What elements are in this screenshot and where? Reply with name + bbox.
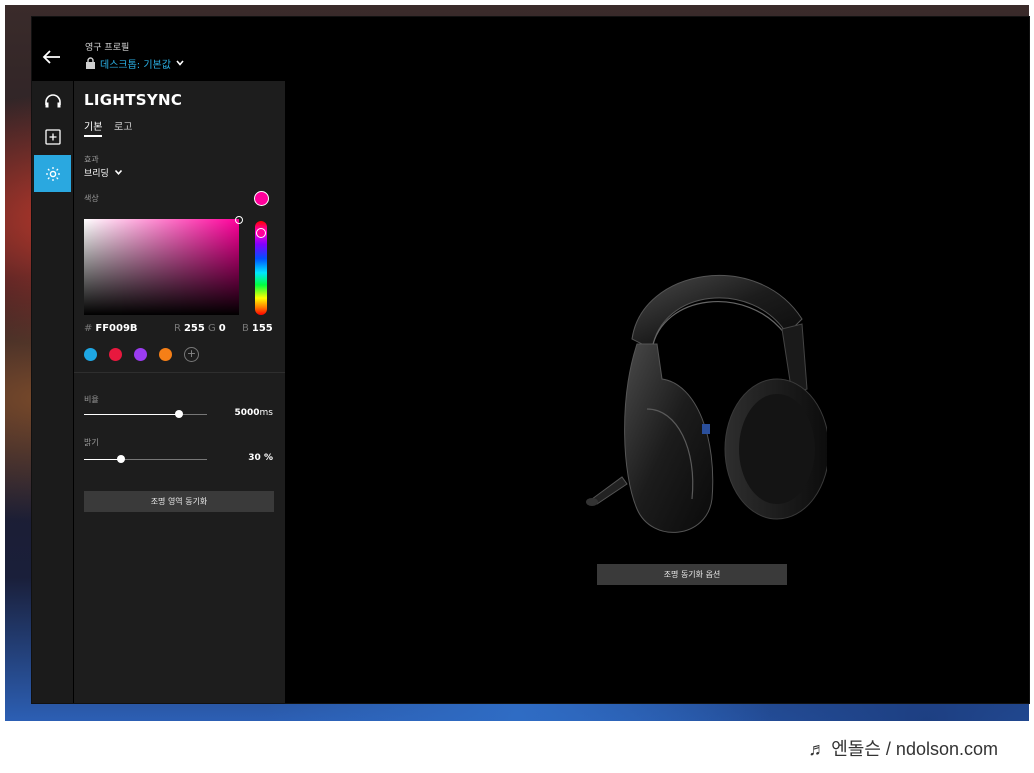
tab-logo[interactable]: 로고: [114, 118, 132, 133]
lightsync-icon: [45, 166, 60, 181]
headset-icon: [44, 93, 61, 107]
brightness-slider-thumb[interactable]: [117, 455, 125, 463]
rate-slider-fill: [84, 414, 179, 415]
r-value: 255: [183, 323, 205, 334]
preset-color-2[interactable]: [109, 348, 122, 361]
icon-rail: [32, 81, 73, 703]
profile-label: 영구 프로필: [85, 43, 130, 53]
lighting-sync-options-button[interactable]: 조명 동기화 옵션: [597, 564, 787, 585]
preset-color-3[interactable]: [134, 348, 147, 361]
brightness-slider-fill: [84, 459, 121, 460]
rate-slider-thumb[interactable]: [175, 410, 183, 418]
hex-value: FF009B: [95, 323, 138, 334]
rail-item-add[interactable]: [34, 118, 71, 155]
effect-value: 브리딩: [84, 169, 109, 179]
app-window: 영구 프로필 데스크톱: 기본값 LIGHTSYNC 기본 로고 효과 브리딩 …: [32, 17, 1029, 703]
lightsync-panel: LIGHTSYNC 기본 로고 효과 브리딩 색상 # FF009B R 255 G…: [74, 81, 285, 703]
rate-label: 비율: [84, 395, 99, 404]
add-icon: [44, 128, 61, 145]
back-arrow-icon: [42, 50, 60, 64]
rail-item-lightsync[interactable]: [34, 155, 71, 192]
rate-slider[interactable]: [84, 410, 207, 418]
b-label: B: [242, 323, 249, 334]
saturation-value-picker[interactable]: [84, 219, 239, 315]
rate-unit: ms: [259, 408, 273, 418]
back-button[interactable]: [40, 47, 64, 67]
color-picker-handle[interactable]: [235, 216, 243, 224]
b-field[interactable]: B 155: [242, 323, 273, 334]
rate-value: 5000ms: [234, 408, 273, 418]
brightness-unit: %: [263, 453, 273, 463]
brightness-value: 30 %: [248, 453, 273, 463]
g-value: 0: [218, 323, 226, 334]
effect-dropdown[interactable]: 브리딩: [84, 166, 123, 179]
preset-color-4[interactable]: [159, 348, 172, 361]
brightness-number: 30: [248, 453, 261, 463]
preset-color-1[interactable]: [84, 348, 97, 361]
r-label: R: [174, 323, 181, 334]
sync-lighting-zones-button[interactable]: 조명 영역 동기화: [84, 491, 274, 512]
chevron-down-icon: [114, 169, 122, 175]
r-field[interactable]: R 255: [174, 323, 205, 334]
color-label: 색상: [84, 194, 99, 203]
g-label: G: [208, 323, 216, 334]
hue-slider-handle[interactable]: [256, 228, 266, 238]
add-preset-icon[interactable]: +: [184, 347, 199, 362]
hex-prefix: #: [84, 323, 93, 334]
chevron-down-icon: [176, 60, 184, 66]
effect-label: 효과: [84, 155, 99, 164]
watermark: ♬ 엔돌슨 / ndolson.com: [808, 739, 998, 759]
brightness-slider[interactable]: [84, 455, 207, 463]
rate-number: 5000: [234, 408, 260, 418]
divider: [74, 372, 285, 373]
g-field[interactable]: G0: [208, 323, 226, 334]
hex-field[interactable]: # FF009B: [84, 323, 138, 334]
profile-name: 데스크톱: 기본값: [100, 59, 171, 71]
profile-selector[interactable]: 데스크톱: 기본값: [85, 56, 185, 71]
headset-image: [586, 275, 827, 533]
lock-icon: [86, 57, 95, 69]
panel-title: LIGHTSYNC: [84, 91, 183, 109]
brightness-label: 밝기: [84, 438, 99, 447]
b-value: 155: [251, 323, 273, 334]
tab-basic[interactable]: 기본: [84, 118, 103, 137]
current-color-swatch: [254, 191, 269, 206]
rail-item-headset[interactable]: [34, 82, 71, 119]
